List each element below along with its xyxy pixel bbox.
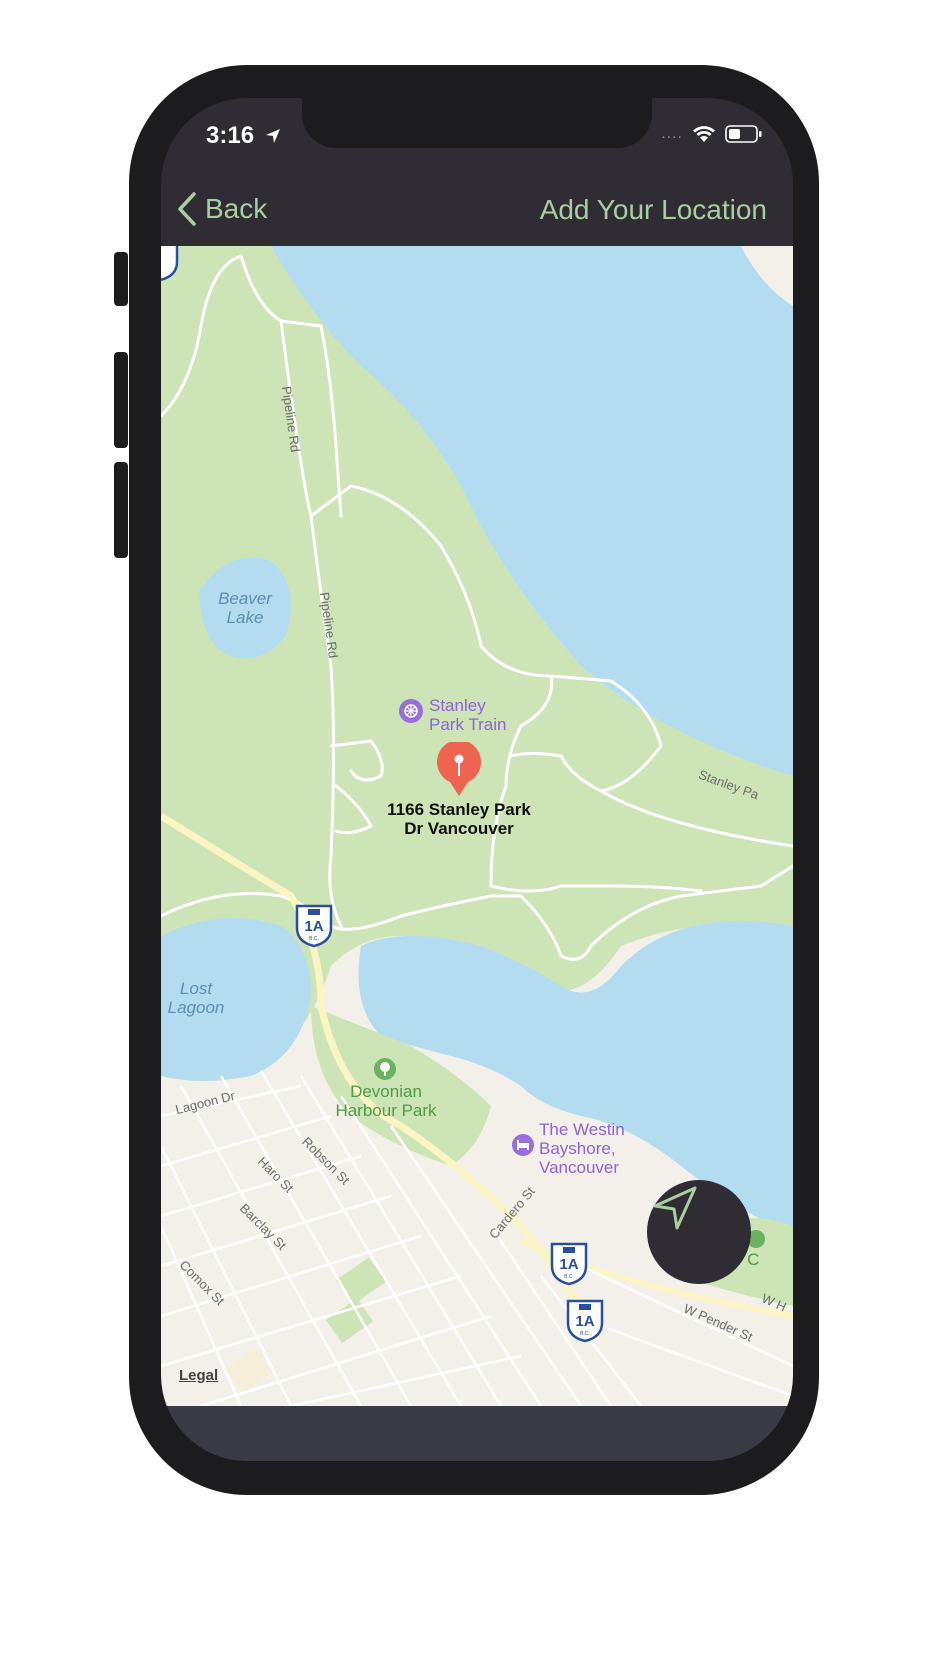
navigation-bar: Back Add Your Location — [161, 178, 793, 244]
volume-down-button — [114, 462, 128, 558]
status-indicators: .... — [661, 124, 763, 144]
battery-icon — [725, 125, 762, 143]
volume-up-button — [114, 352, 128, 448]
stanley-park-train-label[interactable]: Stanley Park Train — [429, 696, 506, 734]
beaver-lake-label: Beaver Lake — [218, 589, 272, 628]
notch — [302, 98, 652, 148]
screen: 3:16 .... Back Add Your Location Beaver … — [161, 98, 793, 1461]
highway-shield-sub: B.C. — [580, 1331, 590, 1337]
highway-shield-sub: B.C. — [564, 1274, 574, 1280]
wifi-icon — [693, 126, 715, 142]
lost-lagoon-label: Lost Lagoon — [167, 979, 225, 1018]
signal-icon: .... — [661, 125, 683, 142]
devonian-harbour-park-label[interactable]: Devonian Harbour Park — [321, 1082, 451, 1120]
highway-shield-number: 1A — [304, 918, 324, 935]
bottom-bar — [161, 1406, 793, 1461]
mute-switch — [114, 252, 128, 306]
westin-bayshore-label[interactable]: The Westin Bayshore, Vancouver — [539, 1120, 625, 1177]
highway-shield-number: 1A — [559, 1256, 579, 1273]
tree-icon — [374, 1058, 396, 1080]
location-pin-icon[interactable] — [435, 742, 483, 798]
highway-shield-number: 1A — [575, 1313, 595, 1330]
highway-shield-sub: B.C. — [309, 936, 319, 942]
map-view[interactable]: Beaver Lake Lost Lagoon Pipeline Rd Pipe… — [161, 246, 793, 1406]
hotel-icon — [512, 1134, 534, 1156]
status-time: 3:16 — [206, 122, 255, 149]
ferris-wheel-icon — [399, 699, 423, 723]
back-label: Back — [205, 193, 268, 224]
back-button[interactable]: Back — [177, 192, 267, 226]
highway-shield-icon — [161, 246, 179, 282]
navigation-arrow-icon — [653, 1186, 697, 1230]
page-title: Add Your Location — [539, 194, 767, 225]
location-arrow-icon — [266, 129, 280, 143]
locate-me-button[interactable] — [647, 1180, 751, 1284]
legal-link[interactable]: Legal — [179, 1367, 218, 1385]
chevron-left-icon — [178, 192, 196, 226]
pin-address-label: 1166 Stanley Park Dr Vancouver — [387, 800, 531, 839]
